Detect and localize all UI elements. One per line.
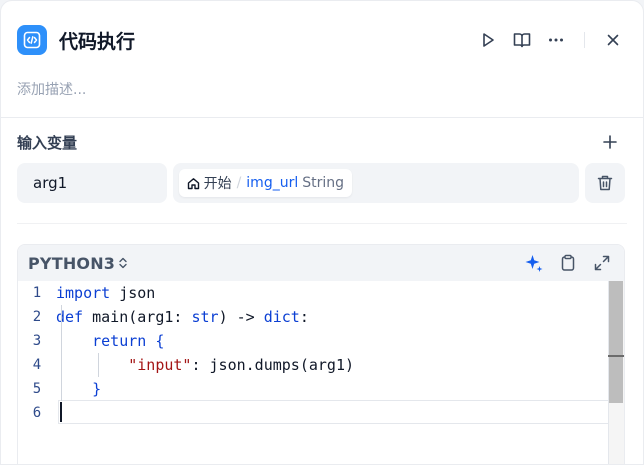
editor-header: PYTHON3 xyxy=(18,245,624,281)
indent-guide xyxy=(98,353,99,377)
panel-header: 代码执行 xyxy=(17,23,627,57)
home-icon xyxy=(187,177,200,190)
variable-reference-selector[interactable]: 开始 / img_url String xyxy=(172,163,580,203)
code-text: } xyxy=(92,380,102,398)
code-editor: PYTHON3 1 import json 2 def main(arg1: s… xyxy=(17,244,625,464)
close-icon xyxy=(607,34,619,46)
line-number: 6 xyxy=(32,405,42,421)
ai-generate-button[interactable] xyxy=(522,251,546,275)
play-icon xyxy=(483,33,494,47)
plus-icon xyxy=(603,135,617,149)
code-text: def main(arg1: str) -> dict: xyxy=(56,308,309,326)
expand-icon xyxy=(594,255,610,271)
line-number: 2 xyxy=(32,309,42,325)
code-icon xyxy=(17,25,47,55)
reference-variable-name: img_url xyxy=(246,175,299,191)
indent-guide xyxy=(61,305,62,401)
close-button[interactable] xyxy=(599,26,627,54)
divider xyxy=(17,223,627,224)
header-divider xyxy=(584,32,585,48)
editor-tools xyxy=(512,251,614,275)
reference-variable-type: String xyxy=(302,175,345,191)
description-input[interactable]: 添加描述... xyxy=(17,79,86,99)
more-button[interactable] xyxy=(542,26,570,54)
language-selector[interactable]: PYTHON3 xyxy=(28,254,115,273)
line-number: 3 xyxy=(32,333,42,349)
line-number: 5 xyxy=(32,381,42,397)
scrollbar-thumb[interactable] xyxy=(609,281,623,403)
variable-reference-chip[interactable]: 开始 / img_url String xyxy=(178,169,353,197)
header-actions xyxy=(474,23,627,57)
variable-row: arg1 开始 / img_url String xyxy=(17,163,626,203)
book-open-icon xyxy=(513,33,531,48)
scrollbar-cursor-marker xyxy=(608,355,624,357)
add-variable-button[interactable] xyxy=(599,131,621,153)
panel-title[interactable]: 代码执行 xyxy=(59,27,135,54)
variable-name-input[interactable]: arg1 xyxy=(17,163,167,203)
reference-node-name: 开始 xyxy=(203,176,232,192)
sparkle-icon xyxy=(525,255,543,272)
docs-button[interactable] xyxy=(508,26,536,54)
divider xyxy=(1,117,643,118)
more-horizontal-icon xyxy=(549,38,563,42)
code-line[interactable]: 3 return { xyxy=(18,329,606,353)
code-text: "input": json.dumps(arg1) xyxy=(128,356,355,374)
reference-separator: / xyxy=(236,175,242,191)
expand-button[interactable] xyxy=(590,251,614,275)
chevron-up-down-icon[interactable] xyxy=(117,256,129,270)
code-line[interactable]: 6 xyxy=(18,401,606,425)
delete-variable-button[interactable] xyxy=(585,163,626,203)
code-execution-panel: 代码执行 添加描述... 输入变量 arg1 开始 / img_url Stri… xyxy=(0,0,644,465)
code-line[interactable]: 2 def main(arg1: str) -> dict: xyxy=(18,305,606,329)
code-line[interactable]: 5 } xyxy=(18,377,606,401)
clipboard-icon xyxy=(561,254,575,271)
trash-icon xyxy=(597,175,613,191)
line-number: 1 xyxy=(32,285,42,301)
code-area[interactable]: 1 import json 2 def main(arg1: str) -> d… xyxy=(18,281,624,464)
input-variables-title: 输入变量 xyxy=(17,134,78,152)
code-text: return { xyxy=(92,332,165,350)
line-number: 4 xyxy=(32,357,42,373)
code-line[interactable]: 4 "input": json.dumps(arg1) xyxy=(18,353,606,377)
run-button[interactable] xyxy=(474,26,502,54)
copy-button[interactable] xyxy=(556,251,580,275)
code-line[interactable]: 1 import json xyxy=(18,281,606,305)
text-cursor xyxy=(60,402,62,422)
editor-scrollbar[interactable] xyxy=(608,281,624,464)
code-text: import json xyxy=(56,284,156,302)
